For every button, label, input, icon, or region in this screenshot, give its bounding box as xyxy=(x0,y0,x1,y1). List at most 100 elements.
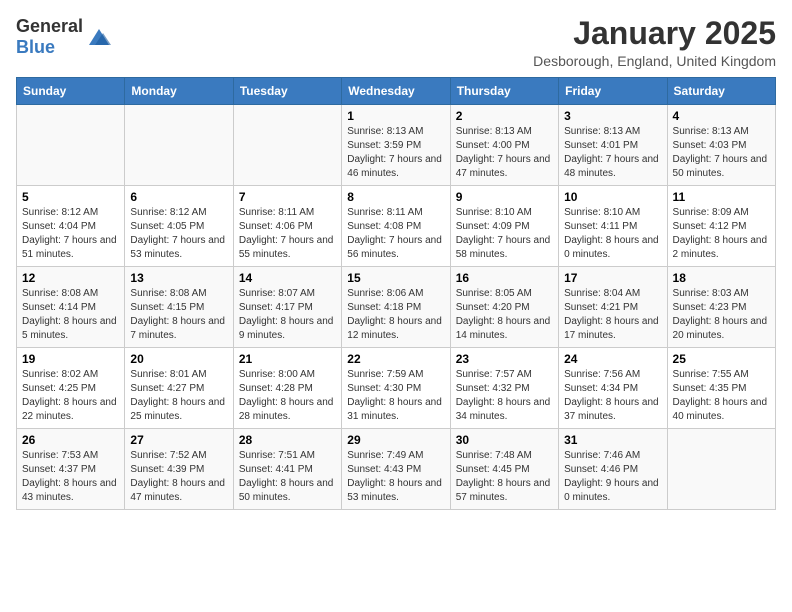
cell-4-2: 28 Sunrise: 7:51 AM Sunset: 4:41 PM Dayli… xyxy=(233,429,341,510)
calendar-title: January 2025 xyxy=(533,16,776,51)
day-info-22: Sunrise: 7:59 AM Sunset: 4:30 PM Dayligh… xyxy=(347,368,444,424)
cell-4-0: 26Sunrise: 7:53 AM Sunset: 4:37 PM Dayli… xyxy=(17,429,125,510)
calendar-header: Sunday Monday Tuesday Wednesday Thursday… xyxy=(17,78,776,105)
cell-2-1: 13 Sunrise: 8:08 AM Sunset: 4:15 PM Dayli… xyxy=(125,267,233,348)
day-number-11: 11 xyxy=(673,190,770,204)
week-row-0: 1 Sunrise: 8:13 AM Sunset: 3:59 PM Daylig… xyxy=(17,105,776,186)
day-info-24: Sunrise: 7:56 AM Sunset: 4:34 PM Dayligh… xyxy=(564,368,661,424)
cell-3-5: 24Sunrise: 7:56 AM Sunset: 4:34 PM Dayli… xyxy=(559,348,667,429)
day-number-2: 2 xyxy=(456,109,553,123)
cell-4-4: 30 Sunrise: 7:48 AM Sunset: 4:45 PM Dayli… xyxy=(450,429,558,510)
header-tuesday: Tuesday xyxy=(233,78,341,105)
cell-3-3: 22 Sunrise: 7:59 AM Sunset: 4:30 PM Dayli… xyxy=(342,348,450,429)
header-thursday: Thursday xyxy=(450,78,558,105)
day-info-25: Sunrise: 7:55 AM Sunset: 4:35 PM Dayligh… xyxy=(673,368,770,424)
cell-0-3: 1 Sunrise: 8:13 AM Sunset: 3:59 PM Daylig… xyxy=(342,105,450,186)
header-monday: Monday xyxy=(125,78,233,105)
logo-text: General Blue xyxy=(16,16,83,58)
day-number-13: 13 xyxy=(130,271,227,285)
logo: General Blue xyxy=(16,16,113,58)
calendar-body: 1 Sunrise: 8:13 AM Sunset: 3:59 PM Daylig… xyxy=(17,105,776,510)
header-friday: Friday xyxy=(559,78,667,105)
cell-2-6: 18Sunrise: 8:03 AM Sunset: 4:23 PM Dayli… xyxy=(667,267,775,348)
day-info-23: Sunrise: 7:57 AM Sunset: 4:32 PM Dayligh… xyxy=(456,368,553,424)
cell-1-2: 7 Sunrise: 8:11 AM Sunset: 4:06 PM Daylig… xyxy=(233,186,341,267)
day-number-23: 23 xyxy=(456,352,553,366)
day-info-29: Sunrise: 7:49 AM Sunset: 4:43 PM Dayligh… xyxy=(347,449,444,505)
day-number-3: 3 xyxy=(564,109,661,123)
day-info-10: Sunrise: 8:10 AM Sunset: 4:11 PM Dayligh… xyxy=(564,206,661,262)
day-number-27: 27 xyxy=(130,433,227,447)
day-number-25: 25 xyxy=(673,352,770,366)
day-number-12: 12 xyxy=(22,271,119,285)
cell-1-4: 9Sunrise: 8:10 AM Sunset: 4:09 PM Daylig… xyxy=(450,186,558,267)
day-number-28: 28 xyxy=(239,433,336,447)
cell-4-3: 29 Sunrise: 7:49 AM Sunset: 4:43 PM Dayli… xyxy=(342,429,450,510)
day-number-4: 4 xyxy=(673,109,770,123)
calendar-table: Sunday Monday Tuesday Wednesday Thursday… xyxy=(16,77,776,510)
calendar-subtitle: Desborough, England, United Kingdom xyxy=(533,53,776,69)
title-block: January 2025 Desborough, England, United… xyxy=(533,16,776,69)
day-info-3: Sunrise: 8:13 AM Sunset: 4:01 PM Dayligh… xyxy=(564,125,661,181)
cell-2-0: 12Sunrise: 8:08 AM Sunset: 4:14 PM Dayli… xyxy=(17,267,125,348)
cell-1-6: 11 Sunrise: 8:09 AM Sunset: 4:12 PM Dayli… xyxy=(667,186,775,267)
day-info-13: Sunrise: 8:08 AM Sunset: 4:15 PM Dayligh… xyxy=(130,287,227,343)
day-info-2: Sunrise: 8:13 AM Sunset: 4:00 PM Dayligh… xyxy=(456,125,553,181)
logo-icon xyxy=(85,23,113,51)
week-row-1: 5 Sunrise: 8:12 AM Sunset: 4:04 PM Daylig… xyxy=(17,186,776,267)
day-info-28: Sunrise: 7:51 AM Sunset: 4:41 PM Dayligh… xyxy=(239,449,336,505)
day-number-14: 14 xyxy=(239,271,336,285)
cell-0-1 xyxy=(125,105,233,186)
day-info-21: Sunrise: 8:00 AM Sunset: 4:28 PM Dayligh… xyxy=(239,368,336,424)
day-info-15: Sunrise: 8:06 AM Sunset: 4:18 PM Dayligh… xyxy=(347,287,444,343)
day-number-17: 17 xyxy=(564,271,661,285)
cell-2-2: 14 Sunrise: 8:07 AM Sunset: 4:17 PM Dayli… xyxy=(233,267,341,348)
header-wednesday: Wednesday xyxy=(342,78,450,105)
day-number-8: 8 xyxy=(347,190,444,204)
header-saturday: Saturday xyxy=(667,78,775,105)
day-number-15: 15 xyxy=(347,271,444,285)
day-info-16: Sunrise: 8:05 AM Sunset: 4:20 PM Dayligh… xyxy=(456,287,553,343)
day-number-5: 5 xyxy=(22,190,119,204)
cell-2-4: 16Sunrise: 8:05 AM Sunset: 4:20 PM Dayli… xyxy=(450,267,558,348)
day-number-21: 21 xyxy=(239,352,336,366)
day-number-1: 1 xyxy=(347,109,444,123)
cell-0-4: 2 Sunrise: 8:13 AM Sunset: 4:00 PM Daylig… xyxy=(450,105,558,186)
cell-4-5: 31Sunrise: 7:46 AM Sunset: 4:46 PM Dayli… xyxy=(559,429,667,510)
day-info-14: Sunrise: 8:07 AM Sunset: 4:17 PM Dayligh… xyxy=(239,287,336,343)
day-info-6: Sunrise: 8:12 AM Sunset: 4:05 PM Dayligh… xyxy=(130,206,227,262)
day-number-30: 30 xyxy=(456,433,553,447)
day-info-1: Sunrise: 8:13 AM Sunset: 3:59 PM Dayligh… xyxy=(347,125,444,181)
cell-1-3: 8 Sunrise: 8:11 AM Sunset: 4:08 PM Daylig… xyxy=(342,186,450,267)
day-number-22: 22 xyxy=(347,352,444,366)
cell-4-1: 27 Sunrise: 7:52 AM Sunset: 4:39 PM Dayli… xyxy=(125,429,233,510)
day-info-30: Sunrise: 7:48 AM Sunset: 4:45 PM Dayligh… xyxy=(456,449,553,505)
day-number-31: 31 xyxy=(564,433,661,447)
page-header: General Blue January 2025 Desborough, En… xyxy=(16,16,776,69)
day-number-7: 7 xyxy=(239,190,336,204)
cell-1-0: 5 Sunrise: 8:12 AM Sunset: 4:04 PM Daylig… xyxy=(17,186,125,267)
day-number-29: 29 xyxy=(347,433,444,447)
week-row-3: 19 Sunrise: 8:02 AM Sunset: 4:25 PM Dayli… xyxy=(17,348,776,429)
day-number-6: 6 xyxy=(130,190,227,204)
day-info-8: Sunrise: 8:11 AM Sunset: 4:08 PM Dayligh… xyxy=(347,206,444,262)
cell-2-5: 17Sunrise: 8:04 AM Sunset: 4:21 PM Dayli… xyxy=(559,267,667,348)
day-number-20: 20 xyxy=(130,352,227,366)
cell-0-2 xyxy=(233,105,341,186)
cell-3-2: 21 Sunrise: 8:00 AM Sunset: 4:28 PM Dayli… xyxy=(233,348,341,429)
day-number-19: 19 xyxy=(22,352,119,366)
cell-0-6: 4Sunrise: 8:13 AM Sunset: 4:03 PM Daylig… xyxy=(667,105,775,186)
day-info-11: Sunrise: 8:09 AM Sunset: 4:12 PM Dayligh… xyxy=(673,206,770,262)
day-info-19: Sunrise: 8:02 AM Sunset: 4:25 PM Dayligh… xyxy=(22,368,119,424)
header-row: Sunday Monday Tuesday Wednesday Thursday… xyxy=(17,78,776,105)
cell-3-6: 25 Sunrise: 7:55 AM Sunset: 4:35 PM Dayli… xyxy=(667,348,775,429)
logo-general: General xyxy=(16,16,83,36)
cell-1-5: 10 Sunrise: 8:10 AM Sunset: 4:11 PM Dayli… xyxy=(559,186,667,267)
day-number-9: 9 xyxy=(456,190,553,204)
day-info-27: Sunrise: 7:52 AM Sunset: 4:39 PM Dayligh… xyxy=(130,449,227,505)
logo-blue: Blue xyxy=(16,37,55,57)
day-number-10: 10 xyxy=(564,190,661,204)
week-row-2: 12Sunrise: 8:08 AM Sunset: 4:14 PM Dayli… xyxy=(17,267,776,348)
day-info-7: Sunrise: 8:11 AM Sunset: 4:06 PM Dayligh… xyxy=(239,206,336,262)
day-info-5: Sunrise: 8:12 AM Sunset: 4:04 PM Dayligh… xyxy=(22,206,119,262)
